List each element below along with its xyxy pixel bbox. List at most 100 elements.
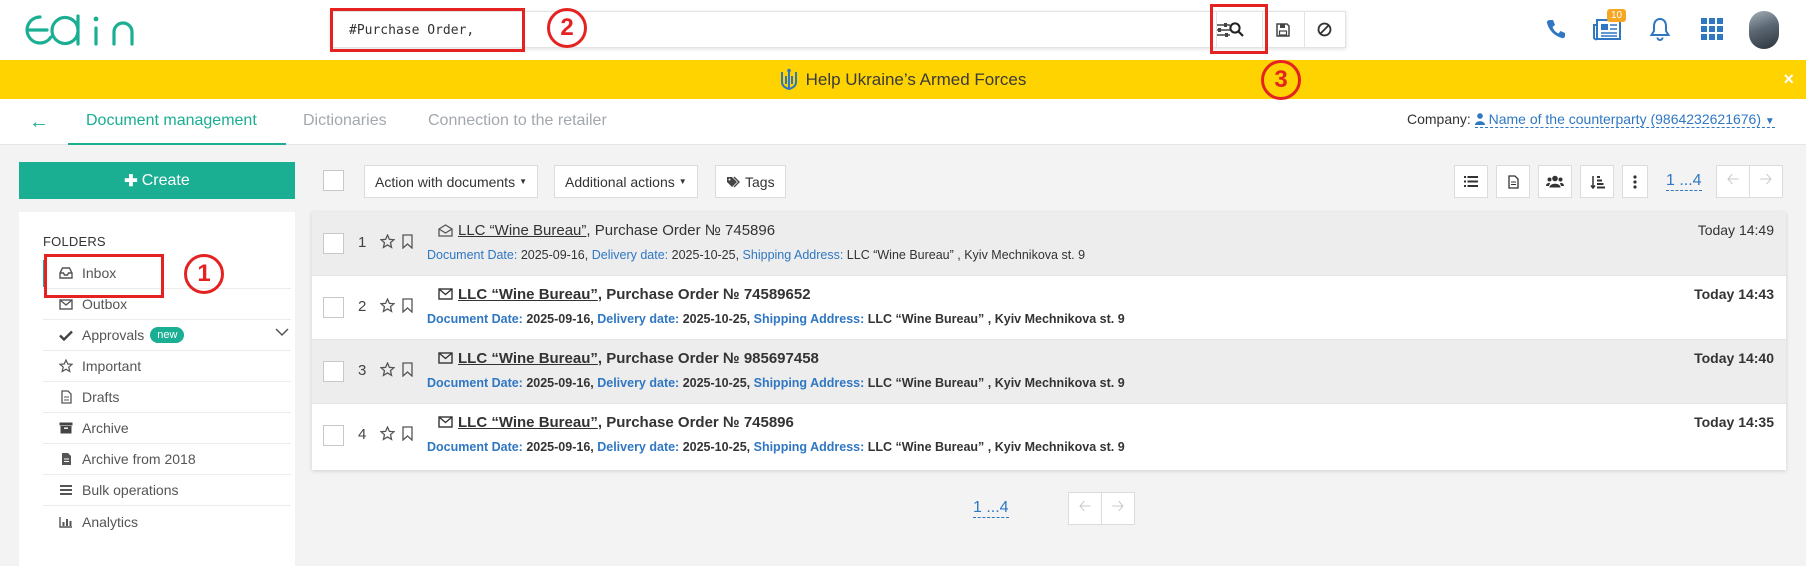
- folder-label: Archive from 2018: [82, 451, 196, 467]
- counterparty-link[interactable]: LLC “Wine Bureau”: [458, 350, 598, 367]
- prev-page-button-bottom[interactable]: 🡠: [1068, 492, 1102, 525]
- users-icon: [1546, 175, 1564, 188]
- star-icon[interactable]: [380, 298, 395, 313]
- bookmark-icon[interactable]: [402, 298, 413, 313]
- star-icon[interactable]: [380, 362, 395, 377]
- bookmark-icon[interactable]: [402, 362, 413, 377]
- row-checkbox[interactable]: [323, 361, 344, 382]
- tab-connection-to-retailer[interactable]: Connection to the retailer: [428, 112, 607, 130]
- tab-dictionaries[interactable]: Dictionaries: [303, 112, 387, 130]
- annotation-box-search-button: [1210, 4, 1268, 54]
- back-button[interactable]: ←: [29, 111, 49, 134]
- file-icon: [1507, 174, 1519, 189]
- folder-bulk-operations[interactable]: Bulk operations: [43, 475, 291, 506]
- folder-archive[interactable]: Archive: [43, 413, 291, 444]
- group-by-counterparty-button[interactable]: [1538, 165, 1572, 198]
- additional-actions-button[interactable]: Additional actions ▼: [554, 165, 698, 198]
- sort-amount-icon: [1589, 175, 1605, 189]
- banner-close-button[interactable]: ×: [1783, 69, 1794, 90]
- bell-icon: [1649, 17, 1671, 41]
- folder-label: Drafts: [82, 389, 120, 405]
- grid-icon: [1701, 18, 1723, 40]
- bookmark-icon[interactable]: [402, 234, 413, 249]
- delivery-date-label: Delivery date:: [597, 440, 680, 454]
- folder-drafts[interactable]: Drafts: [43, 382, 291, 413]
- document-title[interactable]: LLC “Wine Bureau”, Purchase Order № 7458…: [458, 222, 775, 239]
- notifications-button[interactable]: [1645, 14, 1675, 44]
- company-dropdown[interactable]: Name of the counterparty (9864232621676)…: [1474, 111, 1775, 128]
- row-checkbox[interactable]: [323, 297, 344, 318]
- folder-approvals[interactable]: Approvals new: [43, 320, 291, 351]
- ban-icon: [1317, 22, 1332, 37]
- tab-document-management[interactable]: Document management: [86, 112, 257, 130]
- document-name: , Purchase Order № 74589652: [597, 286, 811, 303]
- save-search-button[interactable]: [1262, 12, 1302, 47]
- phone-button[interactable]: [1541, 14, 1571, 44]
- document-title[interactable]: LLC “Wine Bureau”, Purchase Order № 7458…: [458, 414, 794, 431]
- company-label: Company:: [1407, 111, 1471, 127]
- file-icon: [58, 390, 74, 404]
- ukraine-banner[interactable]: Help Ukraine’s Armed Forces ×: [0, 60, 1806, 99]
- bar-chart-icon: [58, 516, 74, 528]
- save-icon: [1275, 22, 1290, 37]
- table-row[interactable]: 2 LLC “Wine Bureau”, Purchase Order № 74…: [312, 276, 1786, 340]
- shipping-address-value: LLC “Wine Bureau” , Kyiv Mechnikova st. …: [867, 376, 1125, 390]
- caret-down-icon: ▼: [1764, 116, 1775, 127]
- more-options-button[interactable]: [1622, 165, 1648, 198]
- document-title[interactable]: LLC “Wine Bureau”, Purchase Order № 9856…: [458, 350, 819, 367]
- row-timestamp: Today 14:43: [1694, 286, 1774, 302]
- create-button[interactable]: ✚ Create: [19, 162, 295, 199]
- row-number: 4: [358, 426, 367, 443]
- user-avatar[interactable]: [1749, 11, 1779, 49]
- star-icon[interactable]: [380, 426, 395, 441]
- prev-page-button[interactable]: 🡠: [1716, 165, 1750, 198]
- tasks-icon: [58, 484, 74, 496]
- folder-label: Approvals: [82, 327, 145, 343]
- doc-date-label: Document Date:: [427, 376, 523, 390]
- table-row[interactable]: 1 LLC “Wine Bureau”, Purchase Order № 74…: [312, 212, 1786, 276]
- pager-bottom[interactable]: 1 ...4: [973, 499, 1009, 518]
- tags-button[interactable]: Tags: [715, 165, 786, 198]
- shipping-address-value: LLC “Wine Bureau” , Kyiv Mechnikova st. …: [846, 248, 1086, 262]
- chevron-down-icon[interactable]: [275, 328, 289, 337]
- table-row[interactable]: 4 LLC “Wine Bureau”, Purchase Order № 74…: [312, 404, 1786, 468]
- company-selector: Company: Name of the counterparty (98642…: [1407, 111, 1775, 128]
- doc-date-value: 2025-09-16,: [520, 248, 589, 262]
- action-with-documents-button[interactable]: Action with documents ▼: [364, 165, 538, 198]
- delivery-date-value: 2025-10-25,: [671, 248, 740, 262]
- delivery-date-label: Delivery date:: [597, 376, 680, 390]
- counterparty-link[interactable]: LLC “Wine Bureau”: [458, 414, 598, 431]
- document-meta: Document Date: 2025-09-16, Delivery date…: [427, 312, 1125, 326]
- doc-date-label: Document Date:: [427, 312, 523, 326]
- document-title[interactable]: LLC “Wine Bureau”, Purchase Order № 7458…: [458, 286, 811, 303]
- apps-button[interactable]: [1697, 14, 1727, 44]
- pager-top[interactable]: 1 ...4: [1666, 172, 1702, 191]
- counterparty-link[interactable]: LLC “Wine Bureau”: [458, 286, 598, 303]
- sort-button[interactable]: [1580, 165, 1614, 198]
- counterparty-link[interactable]: LLC “Wine Bureau”: [458, 222, 586, 239]
- document-view-button[interactable]: [1496, 165, 1530, 198]
- active-tab-indicator: [68, 143, 286, 145]
- next-page-button-bottom[interactable]: 🡢: [1101, 492, 1135, 525]
- table-row[interactable]: 3 LLC “Wine Bureau”, Purchase Order № 98…: [312, 340, 1786, 404]
- phone-icon: [1546, 20, 1565, 39]
- edin-logo[interactable]: edin: [20, 10, 154, 50]
- list-icon: [1464, 176, 1478, 187]
- folder-analytics[interactable]: Analytics: [43, 506, 291, 537]
- document-meta: Document Date: 2025-09-16, Delivery date…: [427, 248, 1085, 262]
- folder-important[interactable]: Important: [43, 351, 291, 382]
- delivery-date-value: 2025-10-25,: [682, 312, 751, 326]
- bookmark-icon[interactable]: [402, 426, 413, 441]
- list-view-button[interactable]: [1454, 165, 1488, 198]
- star-icon[interactable]: [380, 234, 395, 249]
- vertical-dots-icon: [1633, 174, 1637, 189]
- folder-archive-2018[interactable]: Archive from 2018: [43, 444, 291, 475]
- select-all-checkbox[interactable]: [323, 170, 344, 191]
- row-checkbox[interactable]: [323, 425, 344, 446]
- caret-down-icon: ▼: [519, 177, 527, 186]
- folder-label: Outbox: [82, 296, 128, 312]
- trident-icon: [780, 68, 797, 90]
- clear-search-button[interactable]: [1304, 12, 1344, 47]
- row-checkbox[interactable]: [323, 233, 344, 254]
- next-page-button[interactable]: 🡢: [1749, 165, 1783, 198]
